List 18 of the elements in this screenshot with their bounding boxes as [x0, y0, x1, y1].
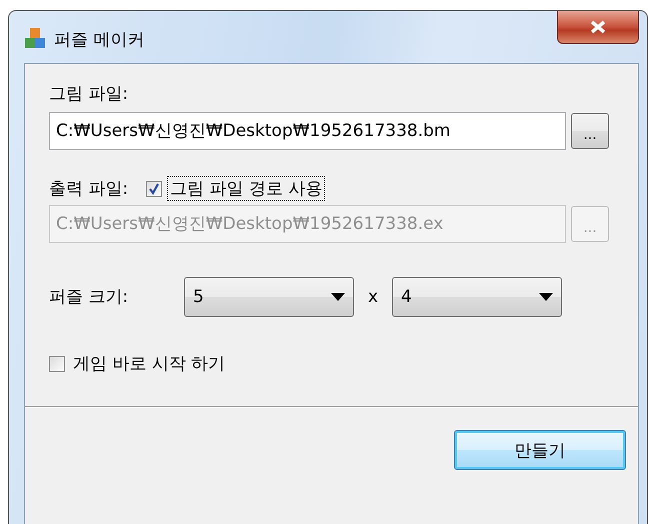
rows-dropdown[interactable]: 4 [392, 277, 562, 317]
create-button[interactable]: 만들기 [454, 430, 626, 470]
browse-button[interactable]: ... [571, 113, 609, 149]
checkbox-label[interactable]: 게임 바로 시작 하기 [70, 351, 228, 376]
dropdown-arrow-icon [331, 293, 345, 301]
dropdown-arrow-icon [539, 293, 553, 301]
path-field[interactable]: C:₩Users₩신영진₩Desktop₩1952617338.bm [49, 112, 566, 150]
field-label: 출력 파일: [49, 178, 128, 198]
checkbox[interactable] [49, 356, 65, 372]
window-title: 퍼즐 메이커 [54, 29, 146, 51]
check-icon [148, 182, 160, 194]
blocks-icon [24, 27, 46, 49]
field-label: 퍼즐 크기: [49, 287, 130, 307]
close-button[interactable] [557, 11, 639, 44]
field-label: 그림 파일: [49, 84, 130, 104]
columns-dropdown[interactable]: 5 [184, 277, 354, 317]
close-icon [589, 20, 607, 34]
times-sign: x [366, 287, 380, 307]
